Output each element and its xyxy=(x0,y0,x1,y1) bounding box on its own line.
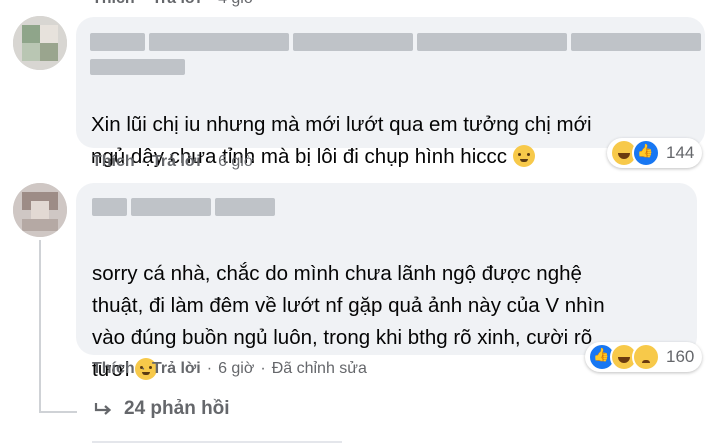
blurred-author-name[interactable] xyxy=(92,198,275,216)
comment-meta: Thích · Trả lời · 6 giờ xyxy=(92,153,255,171)
reply-link[interactable]: Trả lời xyxy=(152,360,201,378)
blurred-author-name[interactable] xyxy=(90,33,701,51)
reaction-count: 144 xyxy=(666,143,695,162)
top-comment-meta: Thích · Trả lời · 4 giờ xyxy=(92,0,254,8)
view-replies-link[interactable]: 24 phản hồi xyxy=(94,398,230,420)
comment-meta: Thích · Trả lời · 6 giờ · Đã chỉnh sửa xyxy=(92,360,367,378)
reaction-count: 160 xyxy=(666,347,695,366)
avatar[interactable] xyxy=(13,16,67,70)
timestamp[interactable]: 6 giờ xyxy=(218,153,254,171)
like-link[interactable]: Thích xyxy=(92,360,135,378)
reactions-summary[interactable]: 144 xyxy=(607,138,703,168)
reply-link[interactable]: Trả lời xyxy=(152,0,201,8)
blurred-author-name-line2 xyxy=(90,59,185,75)
reply-link[interactable]: Trả lời xyxy=(152,153,201,171)
sad-reaction-icon xyxy=(632,343,660,371)
timestamp[interactable]: 6 giờ xyxy=(218,360,254,378)
like-link[interactable]: Thích xyxy=(92,0,135,8)
timestamp[interactable]: 4 giờ xyxy=(218,0,254,8)
like-reaction-icon xyxy=(632,139,660,167)
avatar[interactable] xyxy=(13,183,67,237)
replies-count-label: 24 phản hồi xyxy=(124,398,230,419)
reactions-summary[interactable]: 160 xyxy=(585,342,703,372)
edited-label: Đã chỉnh sửa xyxy=(271,360,367,377)
thread-line xyxy=(39,240,41,413)
reply-arrow-icon xyxy=(94,403,112,415)
like-link[interactable]: Thích xyxy=(92,153,135,171)
crying-laughing-face-emoji xyxy=(512,145,535,167)
thread-line-branch xyxy=(39,411,77,413)
